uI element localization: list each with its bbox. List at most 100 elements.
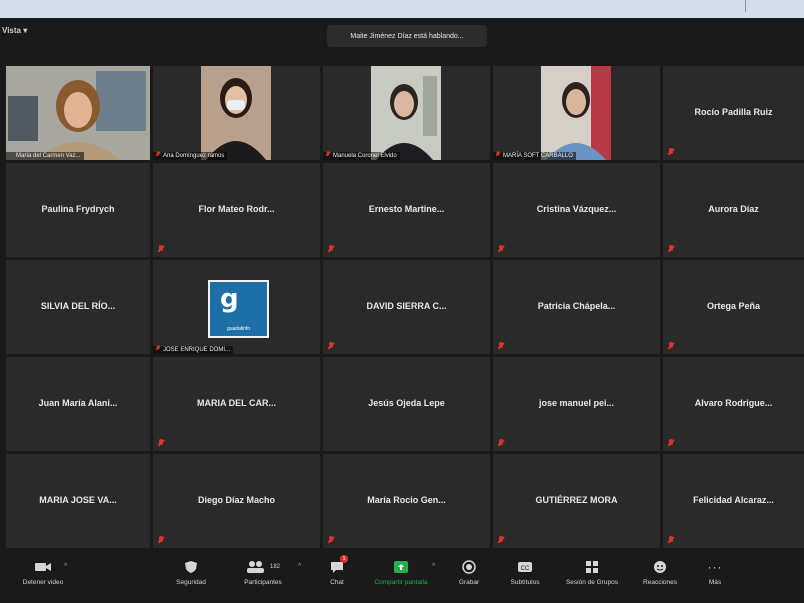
name-tile[interactable]: DAVID SIERRA C... — [323, 260, 490, 354]
muted-mic-icon — [326, 151, 330, 157]
video-options-caret-icon[interactable]: ^ — [64, 563, 67, 570]
participants-caret-icon[interactable]: ^ — [298, 563, 301, 570]
participant-video — [6, 66, 150, 160]
participant-name: Jesús Ojeda Lepe — [368, 398, 445, 409]
participant-name-label: Ana Domínguez ramos — [153, 151, 228, 160]
participant-name: Juan María Alani... — [38, 398, 118, 409]
guadalinfo-logo: g guadalinfo — [208, 280, 269, 338]
participant-name: jose manuel pei... — [538, 398, 615, 409]
muted-mic-icon — [328, 245, 334, 253]
muted-mic-icon — [668, 245, 674, 253]
participant-name: Cristina Vázquez... — [536, 204, 617, 215]
muted-mic-icon — [498, 439, 504, 447]
participant-name: Diego Díaz Macho — [197, 495, 275, 506]
name-tile[interactable]: Ortega Peña — [663, 260, 804, 354]
name-tile[interactable]: Ernesto Martine... — [323, 163, 490, 257]
logo-tile[interactable]: g guadalinfo JOSE ENRIQUE DOMI... — [153, 260, 320, 354]
participant-name: MARIA JOSE VA... — [39, 495, 117, 506]
video-camera-icon — [35, 563, 51, 571]
breakout-rooms-icon — [586, 561, 598, 573]
name-tile[interactable]: Aurora Díaz — [663, 163, 804, 257]
name-tile[interactable]: MARIA JOSE VA... — [6, 454, 150, 548]
breakout-rooms-button[interactable]: Sesión de Grupos — [557, 559, 627, 586]
browser-top-strip — [0, 0, 804, 18]
muted-mic-icon — [498, 245, 504, 253]
chat-button[interactable]: 1 Chat — [302, 555, 372, 586]
chat-notification-badge: 1 — [340, 555, 348, 563]
name-tile[interactable]: GUTIÉRREZ MORA — [493, 454, 660, 548]
participant-name: MARIA DEL CAR... — [196, 398, 276, 409]
shield-icon — [185, 561, 197, 573]
meeting-toolbar: Detener video ^ Seguridad 182 Participan… — [0, 551, 804, 603]
muted-mic-icon — [156, 345, 160, 351]
video-tile[interactable]: María del Carmen Vaz... — [6, 66, 150, 160]
muted-mic-icon — [668, 536, 674, 544]
divider — [745, 0, 746, 12]
name-tile[interactable]: jose manuel pei... — [493, 357, 660, 451]
muted-mic-icon — [668, 439, 674, 447]
security-button[interactable]: Seguridad — [156, 559, 226, 586]
muted-mic-icon — [668, 148, 674, 156]
share-screen-icon — [394, 561, 408, 573]
stop-video-button[interactable]: Detener video — [8, 559, 78, 586]
name-tile[interactable]: Alvaro Rodrigue... — [663, 357, 804, 451]
muted-mic-icon — [158, 536, 164, 544]
muted-mic-icon — [158, 245, 164, 253]
muted-mic-icon — [158, 439, 164, 447]
name-tile[interactable]: MARIA DEL CAR... — [153, 357, 320, 451]
subtitles-button[interactable]: CC Subtítulos — [490, 559, 560, 586]
muted-mic-icon — [498, 342, 504, 350]
participant-name: Aurora Díaz — [708, 204, 759, 215]
view-button[interactable]: Vista ▾ — [2, 26, 27, 35]
svg-text:CC: CC — [521, 566, 530, 572]
emoji-icon — [654, 561, 666, 573]
zoom-window: Vista ▾ Maite Jiménez Díaz está hablando… — [0, 18, 804, 603]
record-icon — [462, 560, 476, 574]
participant-video — [541, 66, 611, 160]
name-tile[interactable]: Flor Mateo Rodr... — [153, 163, 320, 257]
name-tile[interactable]: Patricia Chápela... — [493, 260, 660, 354]
muted-mic-icon — [498, 536, 504, 544]
participants-icon — [246, 561, 264, 573]
participant-name: Felicidad Alcaraz... — [693, 495, 774, 506]
participant-name: Alvaro Rodrigue... — [694, 398, 773, 409]
participant-name-label: MARÍA SOFT CARBALLO — [493, 151, 576, 160]
name-tile[interactable]: SILVIA DEL RÍO... — [6, 260, 150, 354]
share-screen-button[interactable]: Compartir pantalla — [366, 559, 436, 586]
participant-name-label: Manuela Coronel Elvido — [323, 151, 400, 160]
participant-name-label: JOSE ENRIQUE DOMI... — [153, 345, 234, 354]
participant-name: SILVIA DEL RÍO... — [40, 301, 116, 312]
name-tile[interactable]: Cristina Vázquez... — [493, 163, 660, 257]
name-tile[interactable]: Paulina Frydrych — [6, 163, 150, 257]
participant-name: Patricia Chápela... — [537, 301, 616, 312]
participant-name: María Rocio Gen... — [367, 495, 446, 506]
muted-mic-icon — [156, 151, 160, 157]
participant-name: DAVID SIERRA C... — [366, 301, 447, 312]
participant-name: GUTIÉRREZ MORA — [535, 495, 618, 506]
active-speaker-banner: Maite Jiménez Díaz está hablando... — [327, 25, 487, 47]
name-tile[interactable]: Felicidad Alcaraz... — [663, 454, 804, 548]
name-tile[interactable]: Juan María Alani... — [6, 357, 150, 451]
name-tile[interactable]: María Rocio Gen... — [323, 454, 490, 548]
video-tile[interactable]: MARÍA SOFT CARBALLO — [493, 66, 660, 160]
muted-mic-icon — [328, 342, 334, 350]
participant-name: Ortega Peña — [706, 301, 761, 312]
participant-name: Ernesto Martine... — [368, 204, 445, 215]
muted-mic-icon — [328, 536, 334, 544]
name-tile[interactable]: Diego Díaz Macho — [153, 454, 320, 548]
participant-video — [371, 66, 441, 160]
participant-video — [201, 66, 271, 160]
participant-name: Flor Mateo Rodr... — [198, 204, 275, 215]
participant-name: Paulina Frydrych — [41, 204, 115, 215]
more-button[interactable]: ··· Más — [680, 559, 750, 586]
video-tile[interactable]: Manuela Coronel Elvido — [323, 66, 490, 160]
name-tile[interactable]: Jesús Ojeda Lepe — [323, 357, 490, 451]
muted-mic-icon — [668, 342, 674, 350]
closed-captions-icon: CC — [518, 562, 532, 572]
gallery-grid: María del Carmen Vaz... Ana Domínguez ra… — [6, 66, 804, 551]
participant-name: Rocío Padilla Ruiz — [694, 107, 773, 118]
participants-button[interactable]: 182 Participantes — [228, 559, 298, 586]
name-tile[interactable]: Rocío Padilla Ruiz — [663, 66, 804, 160]
muted-mic-icon — [496, 151, 500, 157]
video-tile[interactable]: Ana Domínguez ramos — [153, 66, 320, 160]
